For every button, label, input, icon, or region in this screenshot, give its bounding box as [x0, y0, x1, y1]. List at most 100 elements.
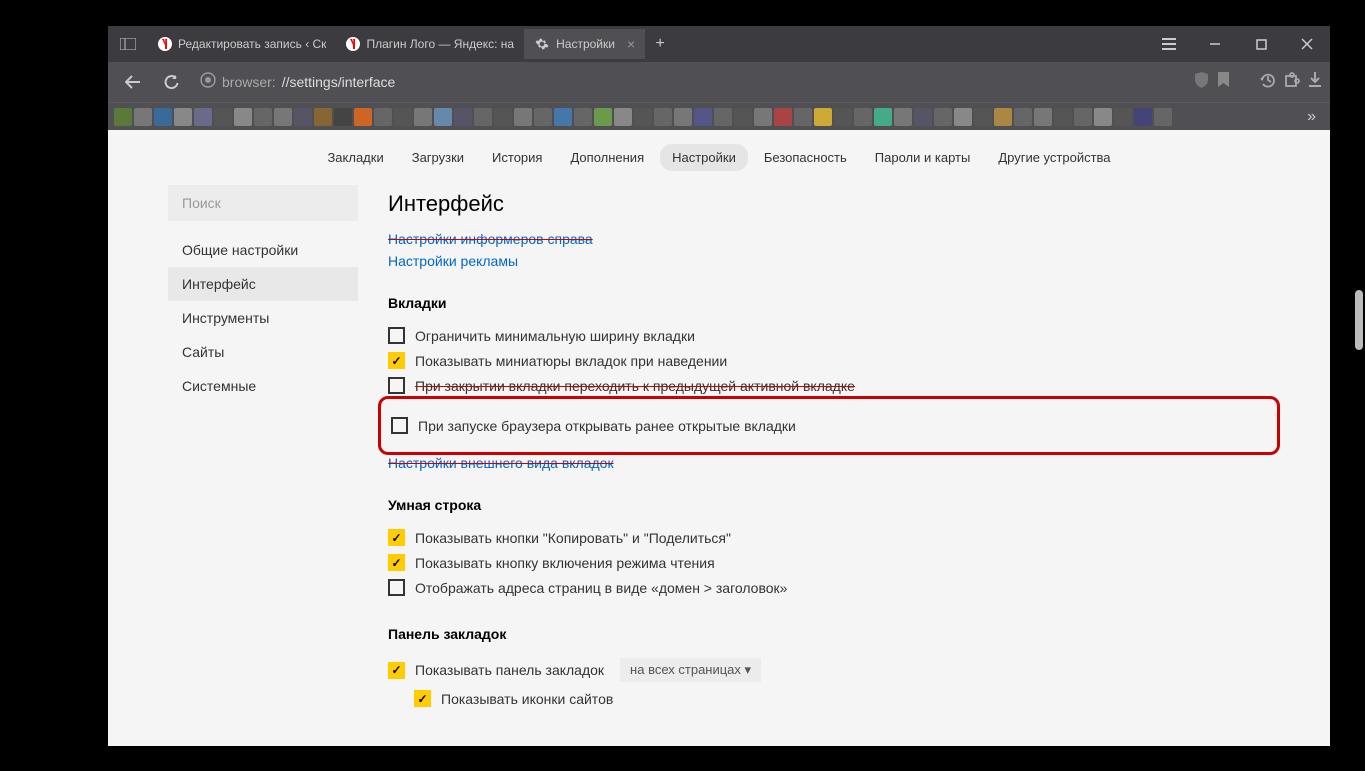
bookmark-item[interactable] [454, 108, 472, 126]
bookmark-item[interactable] [1134, 108, 1152, 126]
bookmark-item[interactable] [274, 108, 292, 126]
nav-addons[interactable]: Дополнения [558, 144, 656, 171]
checkbox-checked-icon[interactable]: ✓ [388, 529, 405, 546]
bookmark-item[interactable] [394, 108, 412, 126]
bookmark-item[interactable] [214, 108, 232, 126]
link-ads[interactable]: Настройки рекламы [388, 253, 1270, 269]
bookmark-item[interactable] [874, 108, 892, 126]
checkbox-checked-icon[interactable]: ✓ [414, 690, 431, 707]
nav-history[interactable]: История [480, 144, 554, 171]
bookmark-item[interactable] [714, 108, 732, 126]
tab-1[interactable]: Плагин Лого — Яндекс: на [336, 29, 524, 59]
checkbox-icon[interactable] [388, 377, 405, 394]
bookmark-item[interactable] [934, 108, 952, 126]
bookmark-item[interactable] [574, 108, 592, 126]
menu-icon[interactable] [1146, 26, 1192, 62]
opt-on-close[interactable]: При закрытии вкладки переходить к предыд… [388, 373, 1270, 398]
sidebar-item-sites[interactable]: Сайты [168, 335, 358, 369]
bookmark-item[interactable] [1034, 108, 1052, 126]
shield-icon[interactable] [1194, 72, 1209, 93]
checkbox-icon[interactable] [388, 327, 405, 344]
bookmark-item[interactable] [794, 108, 812, 126]
bookmark-item[interactable] [914, 108, 932, 126]
panel-pages-dropdown[interactable]: на всех страницах ▾ [620, 658, 761, 682]
bookmark-item[interactable] [234, 108, 252, 126]
bookmark-item[interactable] [254, 108, 272, 126]
checkbox-icon[interactable] [391, 417, 408, 434]
bookmark-item[interactable] [414, 108, 432, 126]
bookmark-item[interactable] [854, 108, 872, 126]
opt-reader[interactable]: ✓Показывать кнопку включения режима чтен… [388, 550, 1270, 575]
new-tab-button[interactable]: + [645, 35, 675, 53]
bookmark-item[interactable] [194, 108, 212, 126]
bookmark-item[interactable] [774, 108, 792, 126]
tab-2-active[interactable]: Настройки × [524, 29, 645, 59]
checkbox-checked-icon[interactable]: ✓ [388, 662, 405, 679]
opt-copy-share[interactable]: ✓Показывать кнопки "Копировать" и "Подел… [388, 525, 1270, 550]
bookmark-item[interactable] [114, 108, 132, 126]
link-informers[interactable]: Настройки информеров справа [388, 231, 1270, 247]
scrollbar-thumb[interactable] [1355, 290, 1363, 350]
sidebar-toggle-icon[interactable] [108, 26, 148, 62]
bookmark-item[interactable] [1074, 108, 1092, 126]
bookmark-item[interactable] [974, 108, 992, 126]
bookmark-item[interactable] [1114, 108, 1132, 126]
back-button[interactable] [116, 65, 150, 99]
history-icon[interactable] [1260, 72, 1276, 93]
sidebar-item-general[interactable]: Общие настройки [168, 233, 358, 267]
tab-0[interactable]: Редактировать запись ‹ Ск [148, 29, 336, 59]
bookmark-item[interactable] [694, 108, 712, 126]
bookmark-item[interactable] [834, 108, 852, 126]
bookmark-item[interactable] [134, 108, 152, 126]
checkbox-icon[interactable] [388, 579, 405, 596]
nav-security[interactable]: Безопасность [752, 144, 859, 171]
checkbox-checked-icon[interactable]: ✓ [388, 554, 405, 571]
sidebar-item-system[interactable]: Системные [168, 369, 358, 403]
bookmark-item[interactable] [754, 108, 772, 126]
opt-show-icons[interactable]: ✓Показывать иконки сайтов [414, 686, 1270, 711]
nav-downloads[interactable]: Загрузки [400, 144, 476, 171]
downloads-icon[interactable] [1308, 72, 1322, 93]
sidebar-item-interface[interactable]: Интерфейс [168, 267, 358, 301]
extension-icon[interactable] [1284, 72, 1300, 93]
bookmark-item[interactable] [514, 108, 532, 126]
bookmark-item[interactable] [374, 108, 392, 126]
close-button[interactable] [1284, 26, 1330, 62]
opt-domain-title[interactable]: Отображать адреса страниц в виде «домен … [388, 575, 1270, 600]
reload-button[interactable] [154, 65, 188, 99]
bookmark-item[interactable] [594, 108, 612, 126]
sidebar-item-tools[interactable]: Инструменты [168, 301, 358, 335]
bookmarks-overflow-icon[interactable]: » [1299, 108, 1324, 126]
bookmark-item[interactable] [494, 108, 512, 126]
nav-devices[interactable]: Другие устройства [986, 144, 1122, 171]
bookmark-item[interactable] [1054, 108, 1072, 126]
bookmark-item[interactable] [614, 108, 632, 126]
bookmark-item[interactable] [294, 108, 312, 126]
bookmark-item[interactable] [1154, 108, 1172, 126]
bookmark-item[interactable] [474, 108, 492, 126]
bookmark-item[interactable] [314, 108, 332, 126]
bookmark-item[interactable] [1094, 108, 1112, 126]
nav-settings[interactable]: Настройки [660, 144, 748, 171]
nav-bookmarks[interactable]: Закладки [315, 144, 395, 171]
search-input[interactable]: Поиск [168, 185, 358, 221]
bookmark-item[interactable] [954, 108, 972, 126]
opt-limit-width[interactable]: Ограничить минимальную ширину вкладки [388, 323, 1270, 348]
bookmark-item[interactable] [534, 108, 552, 126]
bookmark-item[interactable] [354, 108, 372, 126]
bookmark-item[interactable] [154, 108, 172, 126]
site-info-icon[interactable] [200, 72, 216, 93]
bookmark-item[interactable] [434, 108, 452, 126]
opt-show-thumbs[interactable]: ✓Показывать миниатюры вкладок при наведе… [388, 348, 1270, 373]
bookmark-item[interactable] [814, 108, 832, 126]
bookmark-item[interactable] [734, 108, 752, 126]
bookmark-item[interactable] [674, 108, 692, 126]
url-input[interactable]: browser://settings/interface [192, 67, 1190, 97]
bookmark-item[interactable] [334, 108, 352, 126]
opt-on-start[interactable]: При запуске браузера открывать ранее отк… [391, 413, 1267, 438]
minimize-button[interactable] [1192, 26, 1238, 62]
nav-passwords[interactable]: Пароли и карты [863, 144, 983, 171]
close-icon[interactable]: × [627, 36, 635, 52]
bookmark-icon[interactable] [1217, 72, 1230, 92]
bookmark-item[interactable] [994, 108, 1012, 126]
